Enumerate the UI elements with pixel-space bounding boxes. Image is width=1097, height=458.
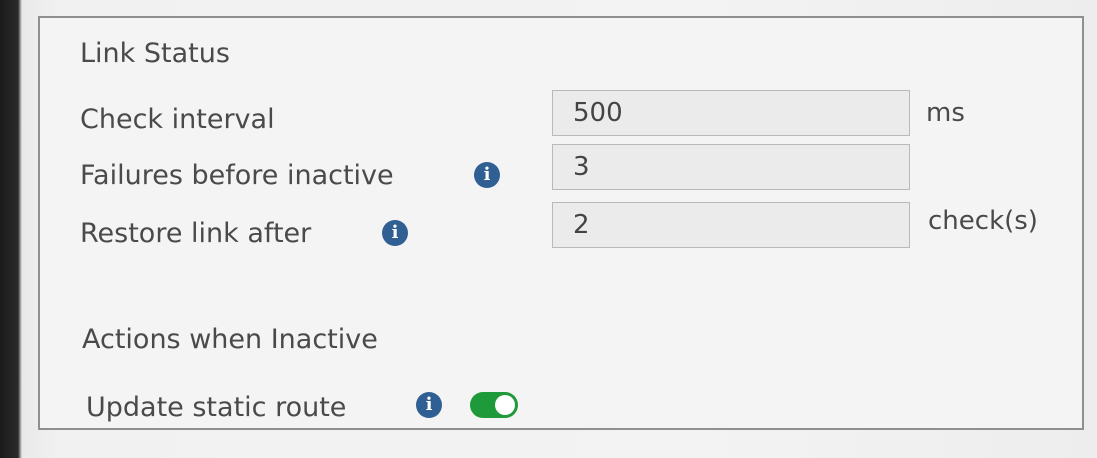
link-status-panel: Link Status Check interval ms Failures b… [38, 16, 1084, 430]
section-title-actions-when-inactive: Actions when Inactive [82, 324, 378, 355]
screen: Link Status Check interval ms Failures b… [0, 0, 1097, 458]
update-static-route-toggle[interactable] [470, 392, 518, 418]
restore-link-after-input[interactable] [552, 202, 910, 248]
section-title-link-status: Link Status [80, 38, 230, 69]
check-interval-label: Check interval [80, 104, 275, 135]
check-interval-input[interactable] [552, 90, 910, 136]
check-interval-unit: ms [926, 98, 965, 128]
update-static-route-label: Update static route [86, 392, 347, 423]
failures-before-inactive-label: Failures before inactive [80, 160, 394, 191]
info-icon[interactable]: i [382, 220, 408, 246]
restore-link-after-label: Restore link after [80, 218, 312, 249]
info-icon[interactable]: i [474, 162, 500, 188]
toggle-knob [495, 395, 515, 415]
restore-link-after-unit: check(s) [928, 206, 1038, 236]
failures-before-inactive-input[interactable] [552, 144, 910, 190]
info-icon[interactable]: i [416, 392, 442, 418]
